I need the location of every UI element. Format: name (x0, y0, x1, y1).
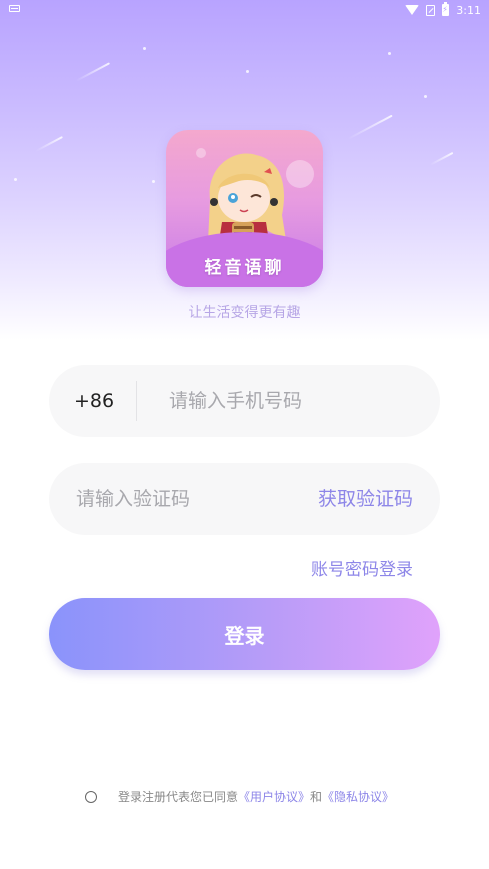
verification-code-field: 获取验证码 (49, 463, 440, 535)
wifi-icon (405, 5, 420, 15)
user-agreement-link[interactable]: 《用户协议》 (238, 790, 310, 804)
agreement-checkbox[interactable] (85, 791, 97, 803)
privacy-policy-link[interactable]: 《隐私协议》 (322, 790, 394, 804)
app-tagline: 让生活变得更有趣 (188, 305, 301, 321)
get-code-button[interactable]: 获取验证码 (318, 463, 413, 535)
field-divider (136, 381, 137, 421)
phone-field: +86 (49, 365, 440, 437)
country-code[interactable]: +86 (74, 365, 114, 437)
agreement-prefix: 登录注册代表您已同意 (118, 790, 239, 804)
login-button[interactable]: 登录 (49, 598, 440, 670)
agreement-conjunction: 和 (310, 790, 323, 804)
account-password-login-link[interactable]: 账号密码登录 (311, 555, 413, 580)
shooting-star (35, 136, 63, 152)
star-dot (152, 180, 155, 183)
star-dot (14, 178, 17, 181)
verification-code-input[interactable] (76, 463, 296, 535)
app-logo: 轻音语聊 (166, 130, 323, 287)
star-dot (143, 47, 146, 50)
shooting-star (347, 114, 393, 140)
agreement-text: 登录注册代表您已同意《用户协议》和《隐私协议》 (118, 788, 394, 806)
agreement-row: 登录注册代表您已同意《用户协议》和《隐私协议》 (0, 788, 489, 808)
shooting-star (75, 62, 111, 82)
star-dot (388, 52, 391, 55)
no-sim-icon (426, 4, 436, 16)
status-icons: 3:11 (405, 2, 481, 18)
status-bar: 3:11 (0, 0, 489, 20)
shooting-star (429, 151, 454, 166)
phone-input[interactable] (169, 365, 419, 437)
star-dot (424, 95, 427, 98)
notification-icon (9, 5, 20, 12)
battery-charging-icon (442, 2, 450, 16)
star-dot (246, 70, 249, 73)
app-logo-title: 轻音语聊 (204, 258, 285, 278)
status-time: 3:11 (456, 3, 481, 17)
